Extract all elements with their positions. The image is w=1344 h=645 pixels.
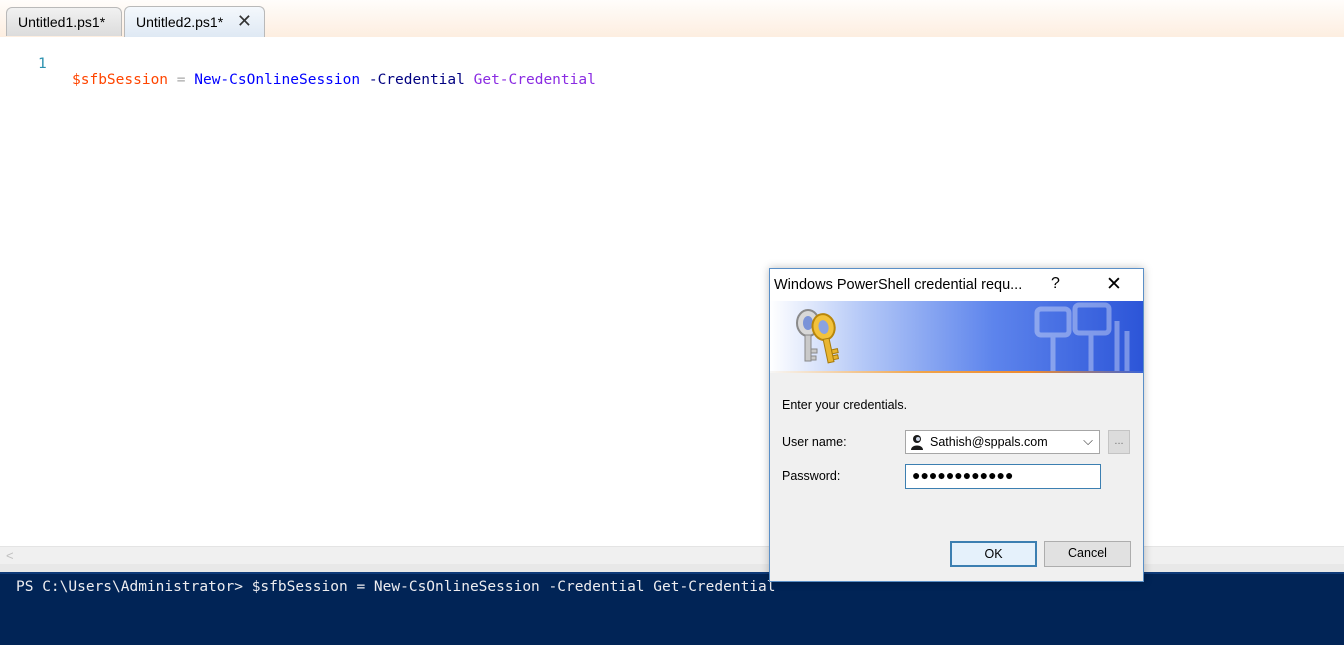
- console-pane[interactable]: PS C:\Users\Administrator> $sfbSession =…: [0, 572, 1344, 645]
- token-variable: $sfbSession: [72, 72, 169, 88]
- dialog-banner: [770, 301, 1143, 373]
- token-command: New-CsOnlineSession: [194, 72, 361, 88]
- cancel-button[interactable]: Cancel: [1044, 541, 1131, 567]
- close-icon[interactable]: ✕: [237, 11, 252, 32]
- chevron-down-icon[interactable]: ⌵: [1083, 433, 1093, 449]
- keys-watermark-icon: [1034, 302, 1130, 373]
- token-argument: Get-Credential: [473, 72, 596, 88]
- token-operator: =: [176, 72, 186, 88]
- tab-untitled2[interactable]: Untitled2.ps1* ✕: [124, 6, 265, 37]
- code-line: 1 $sfbSession = New-CsOnlineSession -Cre…: [0, 40, 596, 88]
- dialog-title: Windows PowerShell credential requ...: [774, 277, 1023, 293]
- keys-icon: [796, 309, 840, 364]
- user-name-label: User name:: [782, 435, 847, 449]
- password-label: Password:: [782, 469, 841, 483]
- tab-untitled1[interactable]: Untitled1.ps1*: [6, 7, 122, 36]
- person-icon: [911, 435, 923, 450]
- scroll-left-icon[interactable]: <: [6, 548, 14, 563]
- browse-button[interactable]: ...: [1108, 430, 1130, 454]
- tab-label: Untitled1.ps1*: [18, 14, 106, 30]
- tab-label: Untitled2.ps1*: [136, 14, 224, 30]
- help-button[interactable]: ?: [1051, 275, 1060, 293]
- console-line: PS C:\Users\Administrator> $sfbSession =…: [16, 579, 776, 595]
- code-text: $sfbSession = New-CsOnlineSession -Crede…: [72, 72, 596, 88]
- dialog-prompt: Enter your credentials.: [782, 398, 908, 412]
- user-name-combobox[interactable]: Sathish@sppals.com ⌵: [905, 430, 1100, 454]
- close-icon[interactable]: ✕: [1106, 273, 1122, 296]
- banner-stripe: [770, 371, 1143, 373]
- token-parameter: -Credential: [368, 72, 465, 88]
- line-number: 1: [38, 56, 47, 72]
- user-name-value: Sathish@sppals.com: [930, 435, 1048, 449]
- password-mask: ●●●●●●●●●●●●: [912, 467, 1014, 483]
- dialog-titlebar: Windows PowerShell credential requ... ? …: [770, 269, 1143, 301]
- tab-strip: Untitled1.ps1* Untitled2.ps1* ✕: [0, 0, 1344, 38]
- credential-dialog: Windows PowerShell credential requ... ? …: [769, 268, 1144, 582]
- ok-button[interactable]: OK: [950, 541, 1037, 567]
- password-field[interactable]: ●●●●●●●●●●●●: [905, 464, 1101, 489]
